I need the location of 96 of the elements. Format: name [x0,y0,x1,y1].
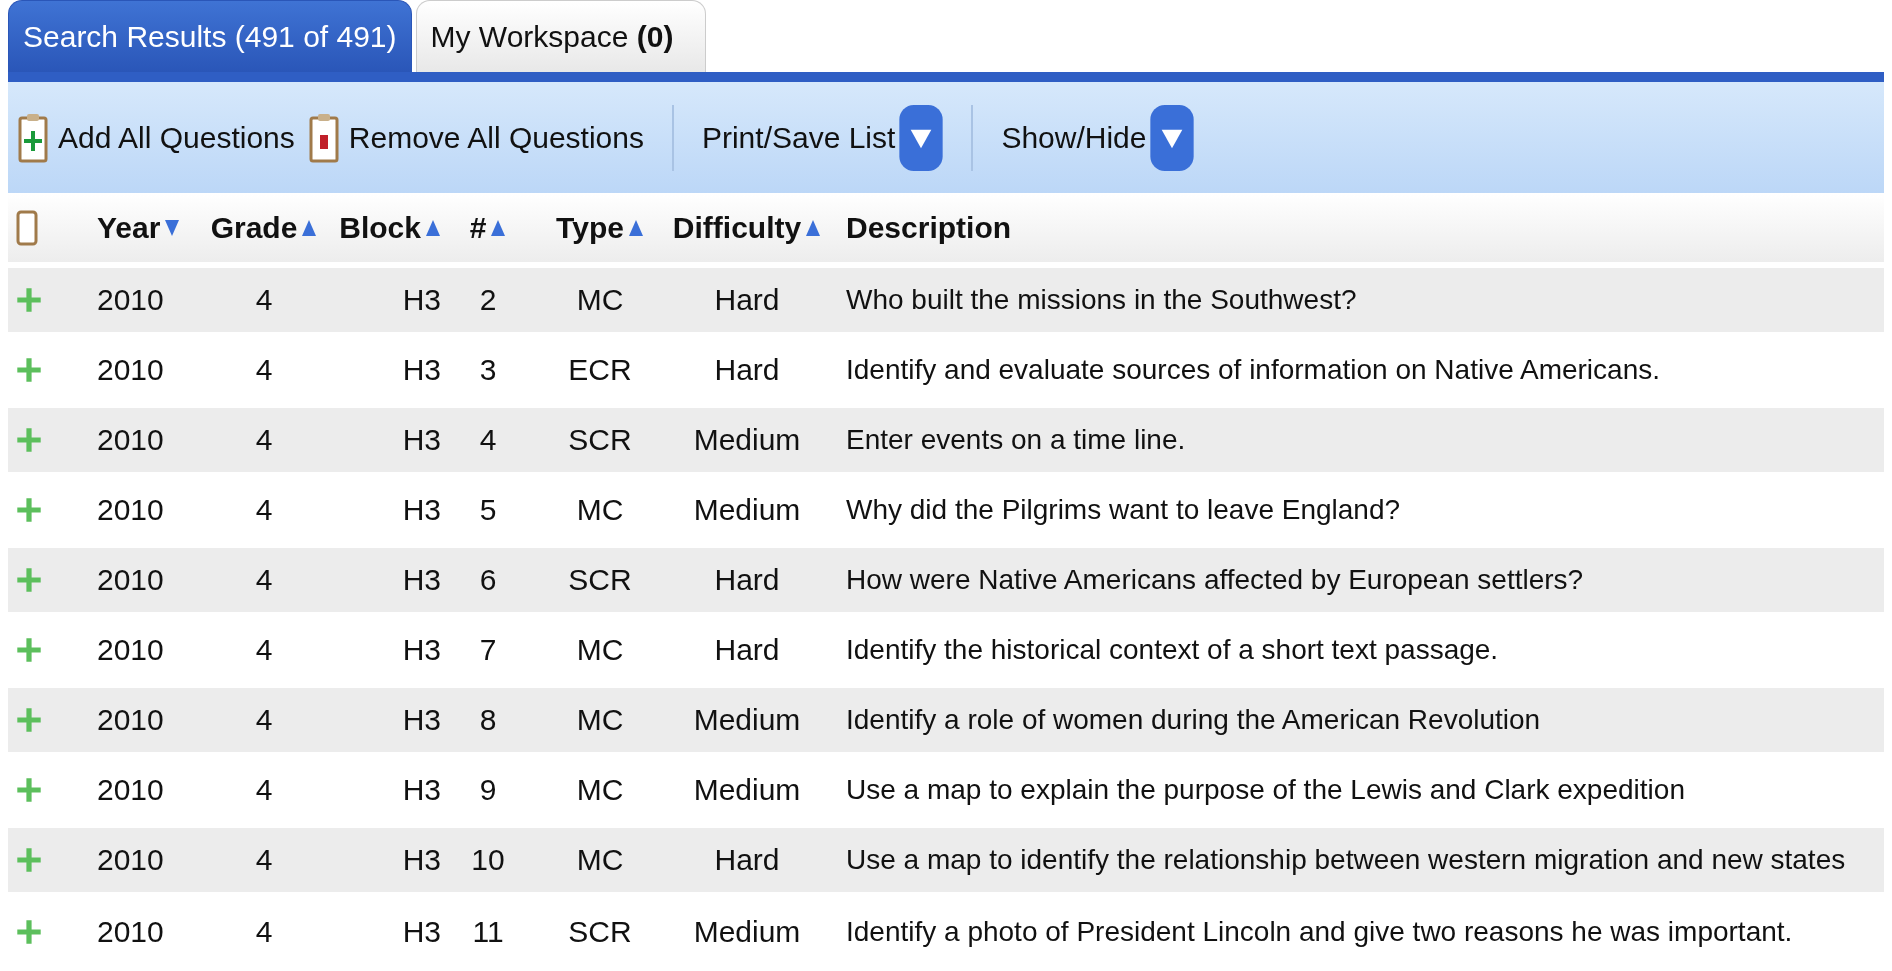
column-header[interactable]: Type [556,210,644,245]
table-cell: 2010 [97,843,164,876]
table-cell: 2010 [97,633,164,666]
add-icon[interactable] [16,707,42,733]
table-cell: Identify a photo of President Lincoln and give two reasons he was important. [846,915,1793,947]
table-cell: Medium [693,423,801,456]
table-cell: MC [576,843,624,876]
add-icon[interactable] [16,918,42,945]
table-cell: Identify a role of women during the American Revolution [846,704,1541,735]
table-cell: H3 [402,633,441,666]
table-cell: 2010 [97,703,164,736]
table-cell: H3 [402,843,441,876]
table-cell: 2010 [97,773,164,806]
table-cell: H3 [402,283,441,316]
table-cell: 4 [255,914,273,948]
table-cell: MC [576,493,624,526]
table-cell: Hard [714,633,780,666]
table-cell: 4 [255,423,273,456]
table-cell: 4 [255,843,273,876]
table-cell: 11 [472,914,504,948]
table-cell: 4 [255,353,273,386]
table-cell: H3 [402,914,441,948]
table-cell: H3 [402,563,441,596]
table-cell: 2010 [97,353,164,386]
table-cell: H3 [402,703,441,736]
dropdown-button[interactable]: Print/Save List [701,104,944,171]
table-cell: MC [576,773,624,806]
table-cell: Who built the missions in the Southwest? [846,284,1357,315]
table-cell: 6 [479,563,497,596]
add-icon[interactable] [16,357,42,383]
table-cell: How were Native Americans affected by European settlers? [846,564,1584,595]
table-cell: H3 [402,353,441,386]
add-icon[interactable] [16,497,42,523]
column-header[interactable]: Year [97,210,181,245]
table-cell: Medium [693,703,801,736]
table-cell: H3 [402,423,441,456]
table-cell: SCR [568,423,632,456]
table-cell: MC [576,703,624,736]
add-icon[interactable] [16,777,42,803]
table-cell: 5 [479,493,497,526]
column-header[interactable]: Block [339,210,441,245]
table-cell: Medium [693,773,801,806]
column-header[interactable]: Description [846,210,1012,245]
table-cell: Hard [714,353,780,386]
dropdown-button[interactable]: Show/Hide [1001,104,1195,171]
table-cell: SCR [568,563,632,596]
table-cell: 2010 [97,283,164,316]
table-cell: 9 [479,773,497,806]
table-cell: 8 [479,703,497,736]
table-cell: 7 [479,633,497,666]
add-icon[interactable] [16,847,42,873]
tab[interactable]: My Workspace (0) [415,0,706,72]
table-cell: Hard [714,563,780,596]
table-cell: 2 [479,283,497,316]
table-cell: ECR [568,353,632,386]
clipboard-plus-icon [18,111,48,164]
clipboard-minus-icon [308,111,339,164]
table-cell: H3 [402,773,441,806]
table-cell: Hard [714,283,780,316]
add-icon[interactable] [16,637,42,663]
table-cell: 4 [255,563,273,596]
add-icon[interactable] [16,287,42,313]
table-cell: SCR [568,914,632,948]
select-all-checkbox[interactable] [16,209,38,246]
add-icon[interactable] [16,427,42,453]
table-cell: 2010 [97,563,164,596]
table-cell: H3 [402,493,441,526]
table-cell: 4 [255,703,273,736]
table-cell: Hard [714,843,780,876]
column-header[interactable]: Grade [210,210,318,245]
table-cell: Enter events on a time line. [846,424,1186,455]
table-cell: 2010 [97,914,164,948]
table-cell: 2010 [97,493,164,526]
table-cell: Use a map to identify the relationship between western migration and new states [846,844,1846,875]
tab[interactable]: Search Results (491 of 491) [8,0,412,72]
table-cell: Identify and evaluate sources of information on Native Americans. [846,354,1660,385]
column-header[interactable]: Difficulty [672,210,822,245]
table-cell: Identify the historical context of a short text passage. [846,634,1499,665]
table-cell: 3 [479,353,497,386]
table-cell: Use a map to explain the purpose of the Lewis and Clark expedition [846,774,1685,805]
table-cell: 4 [255,773,273,806]
column-header[interactable]: # [469,210,507,245]
table-cell: 10 [471,843,505,876]
table-cell: Why did the Pilgrims want to leave England? [846,494,1401,525]
add-icon[interactable] [16,567,42,593]
table-cell: 4 [255,633,273,666]
table-cell: MC [576,633,624,666]
table-cell: 4 [255,493,273,526]
table-cell: MC [576,283,624,316]
remove-all-button[interactable]: Remove All Questions [308,111,644,164]
table-cell: 4 [255,283,273,316]
table-cell: 4 [479,423,497,456]
table-cell: Medium [693,914,801,948]
table-cell: 2010 [97,423,164,456]
table-cell: Medium [693,493,801,526]
add-all-button[interactable]: Add All Questions [18,111,295,164]
